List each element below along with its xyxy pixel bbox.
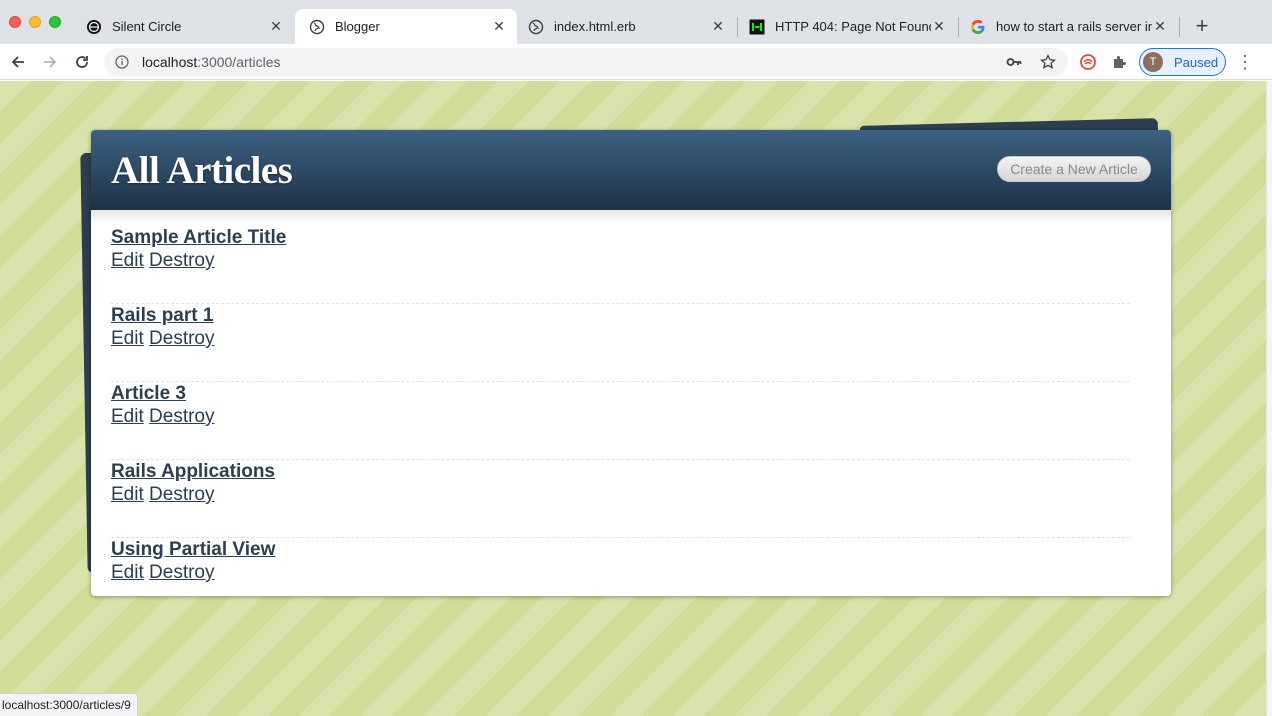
globe-icon	[528, 19, 544, 35]
url-path: :3000/articles	[197, 54, 281, 70]
status-bar-url: localhost:3000/articles/9	[0, 693, 138, 716]
destroy-link[interactable]: Destroy	[149, 484, 214, 505]
edit-link[interactable]: Edit	[111, 250, 144, 271]
list-item: Sample Article Title Edit Destroy	[111, 226, 1130, 304]
tab-title: HTTP 404: Page Not Found	[775, 19, 931, 34]
reload-button[interactable]	[68, 48, 96, 76]
list-item: Rails part 1 Edit Destroy	[111, 304, 1130, 382]
page-viewport: All Articles Create a New Article Sample…	[0, 81, 1266, 716]
page-title: All Articles	[111, 149, 293, 192]
article-title-link[interactable]: Rails Applications	[111, 460, 275, 484]
info-icon[interactable]	[114, 54, 130, 70]
create-article-button[interactable]: Create a New Article	[997, 156, 1151, 182]
articles-card: All Articles Create a New Article Sample…	[91, 130, 1171, 596]
new-tab-button[interactable]: +	[1190, 13, 1214, 38]
key-icon[interactable]	[1006, 54, 1022, 70]
kebab-icon: ⋮	[1236, 51, 1254, 72]
google-icon	[970, 19, 986, 35]
tab-title: how to start a rails server in	[996, 19, 1152, 34]
tab-google-search[interactable]: how to start a rails server in ✕	[956, 9, 1178, 44]
tab-blogger[interactable]: Blogger ✕	[295, 9, 517, 44]
list-item: Rails Applications Edit Destroy	[111, 460, 1130, 538]
article-title-link[interactable]: Sample Article Title	[111, 226, 286, 250]
tab-title: Silent Circle	[112, 19, 182, 34]
silent-circle-icon	[86, 19, 102, 35]
close-tab-icon[interactable]: ✕	[491, 18, 507, 35]
plus-icon: +	[1195, 13, 1209, 38]
article-list: Sample Article Title Edit Destroy Rails …	[111, 226, 1130, 596]
profile-status-label: Paused	[1174, 54, 1219, 70]
article-actions: Edit Destroy	[111, 328, 1130, 350]
puzzle-icon[interactable]	[1111, 53, 1129, 71]
reload-icon	[76, 56, 88, 68]
hackernoon-icon	[749, 19, 765, 35]
browser-toolbar: localhost:3000/articles T Paused ⋮	[0, 44, 1272, 80]
tab-silent-circle[interactable]: Silent Circle ✕	[72, 9, 294, 44]
card-header: All Articles Create a New Article	[91, 130, 1171, 210]
article-actions: Edit Destroy	[111, 562, 1130, 584]
header-shadow	[91, 210, 1171, 224]
tab-index-html-erb[interactable]: index.html.erb ✕	[514, 9, 736, 44]
scrollbar[interactable]	[1266, 81, 1272, 716]
destroy-link[interactable]: Destroy	[149, 328, 214, 349]
edit-link[interactable]: Edit	[111, 562, 144, 583]
close-window-button[interactable]	[9, 16, 21, 28]
tab-separator	[1179, 17, 1180, 37]
tab-title: Blogger	[335, 19, 380, 34]
article-actions: Edit Destroy	[111, 250, 1130, 272]
tab-strip: Silent Circle ✕ Blogger ✕ index.html.erb…	[0, 0, 1272, 44]
tab-http-404[interactable]: HTTP 404: Page Not Found ✕	[735, 9, 957, 44]
close-tab-icon[interactable]: ✕	[268, 18, 284, 35]
more-menu-button[interactable]: ⋮	[1236, 52, 1254, 72]
close-tab-icon[interactable]: ✕	[931, 18, 947, 35]
back-button[interactable]	[4, 48, 32, 76]
destroy-link[interactable]: Destroy	[149, 250, 214, 271]
tab-title: index.html.erb	[554, 19, 636, 34]
profile-button[interactable]: T Paused	[1139, 48, 1226, 76]
destroy-link[interactable]: Destroy	[149, 562, 214, 583]
address-bar[interactable]: localhost:3000/articles	[104, 48, 1068, 76]
article-actions: Edit Destroy	[111, 406, 1130, 428]
edit-link[interactable]: Edit	[111, 328, 144, 349]
globe-icon	[309, 19, 325, 35]
list-item: Article 3 Edit Destroy	[111, 382, 1130, 460]
article-title-link[interactable]: Rails part 1	[111, 304, 213, 328]
close-tab-icon[interactable]: ✕	[710, 18, 726, 35]
forward-button[interactable]	[36, 48, 64, 76]
article-actions: Edit Destroy	[111, 484, 1130, 506]
edit-link[interactable]: Edit	[111, 406, 144, 427]
minimize-window-button[interactable]	[29, 16, 41, 28]
destroy-link[interactable]: Destroy	[149, 406, 214, 427]
close-tab-icon[interactable]: ✕	[1152, 18, 1168, 35]
avatar: T	[1143, 52, 1163, 72]
list-item: Using Partial View Edit Destroy	[111, 538, 1130, 596]
url-host: localhost	[142, 54, 198, 70]
fullscreen-window-button[interactable]	[49, 16, 61, 28]
extension-icon[interactable]	[1079, 53, 1097, 71]
arrow-left-icon	[11, 56, 24, 68]
article-title-link[interactable]: Article 3	[111, 382, 186, 406]
star-icon[interactable]	[1040, 54, 1056, 70]
edit-link[interactable]: Edit	[111, 484, 144, 505]
article-title-link[interactable]: Using Partial View	[111, 538, 275, 562]
arrow-right-icon	[44, 56, 57, 68]
url-text: localhost:3000/articles	[142, 54, 281, 70]
